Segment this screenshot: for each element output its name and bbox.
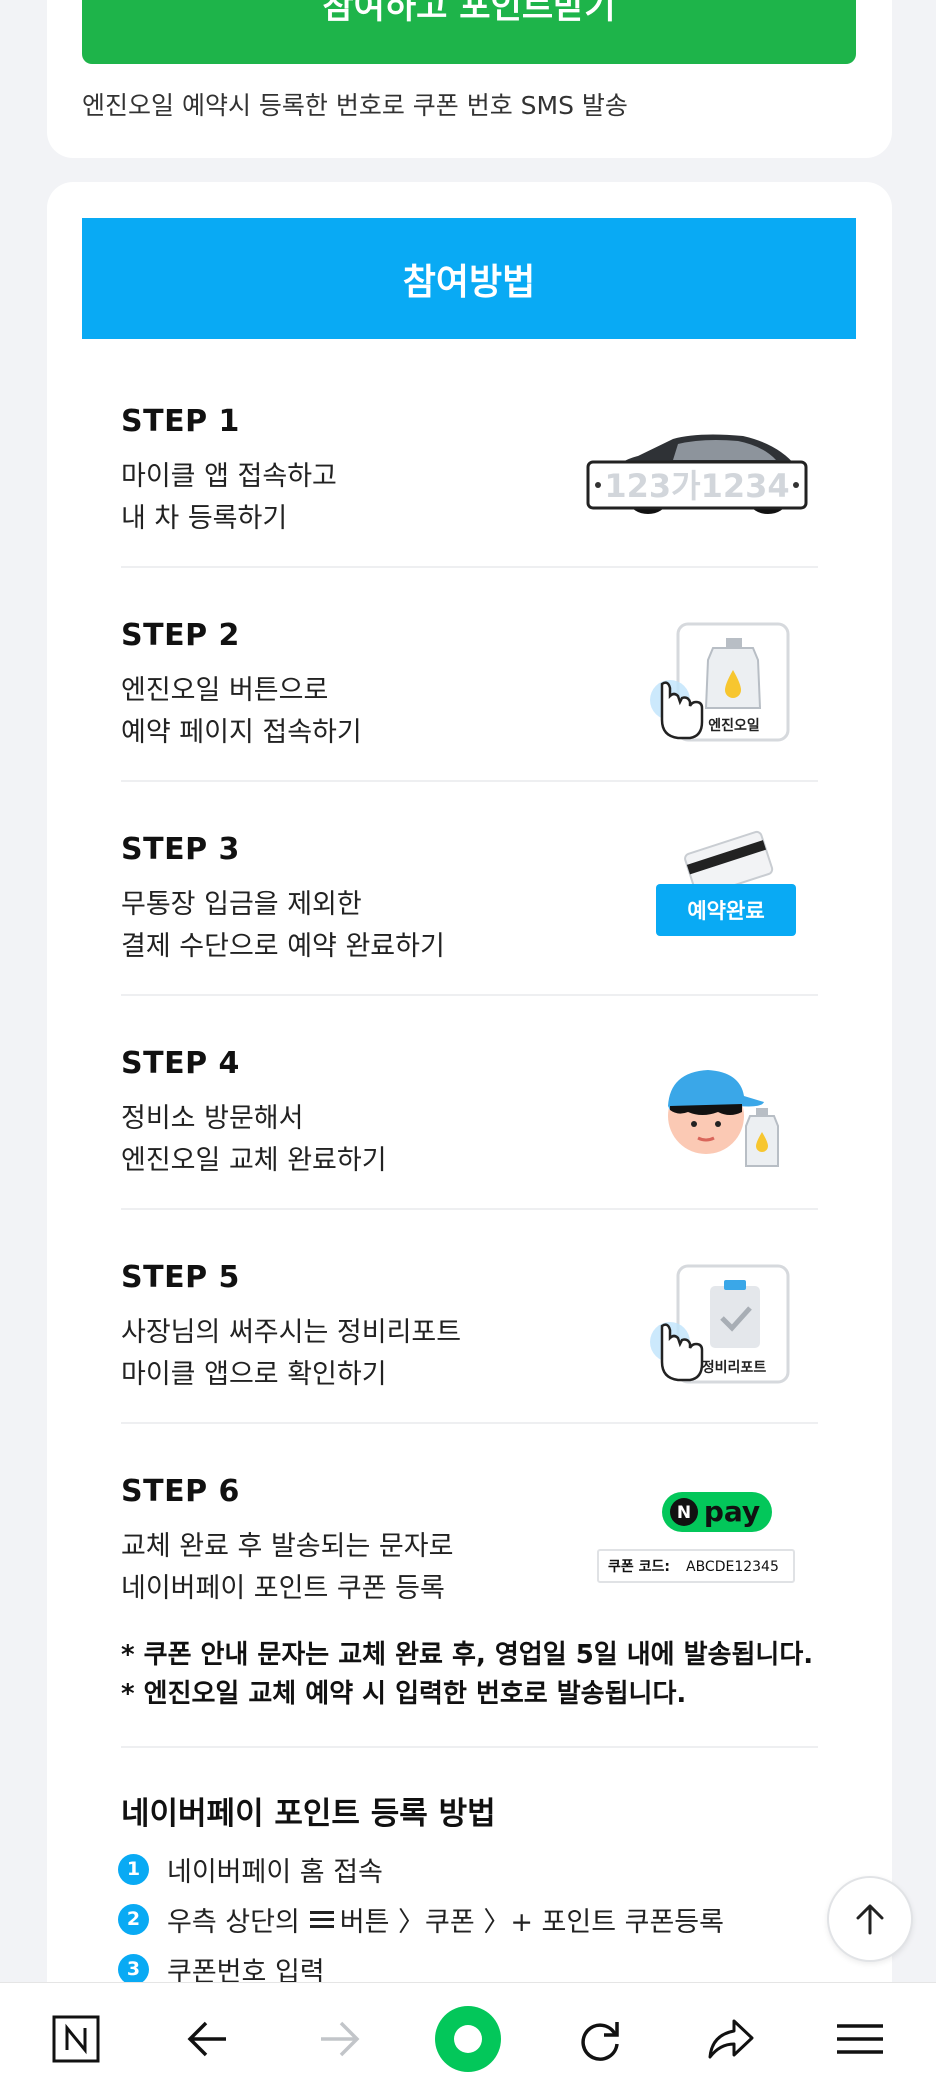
step-1: STEP 1 마이클 앱 접속하고 내 차 등록하기 123가1234 [121,354,818,568]
step-4: STEP 4 정비소 방문해서 엔진오일 교체 완료하기 [121,996,818,1210]
step-desc-line2: 결제 수단으로 예약 완료하기 [121,931,445,962]
scroll-to-top-button[interactable] [827,1876,913,1962]
report-button-illustration: 정비리포트 [650,1264,790,1384]
npay-logo-text: pay [704,1495,760,1528]
join-and-get-points-button[interactable]: 참여하고 포인트받기 [82,0,856,64]
home-circle-icon[interactable] [432,2003,504,2075]
mechanic-illustration [668,1070,779,1167]
step-number-badge: 3 [118,1953,149,1985]
step-desc-line1: 마이클 앱 접속하고 [121,461,337,492]
sms-note: 엔진오일 예약시 등록한 번호로 쿠폰 번호 SMS 발송 [82,91,628,120]
browser-bottom-bar [0,1982,936,2097]
step-desc-line2: 내 차 등록하기 [121,503,288,534]
plate-text: 123가1234 [604,467,789,505]
how-to-banner: 참여방법 [82,218,856,339]
step-number-badge: 2 [118,1903,149,1935]
notice-line-2: * 엔진오일 교체 예약 시 입력한 번호로 발송됩니다. [121,1679,687,1709]
register-step-text-before: 우측 상단의 [167,1906,300,1938]
coupon-label: 쿠폰 코드: [608,1559,670,1575]
engine-oil-button-illustration: 엔진오일 [650,622,790,742]
step-3: STEP 3 무통장 입금을 제외한 결제 수단으로 예약 완료하기 예약완료 [121,782,818,996]
register-step-2: 2 우측 상단의 버튼 〉쿠폰 〉+ 포인트 쿠폰등록 [118,1902,724,1938]
step-desc-line1: 정비소 방문해서 [121,1103,304,1134]
arrow-up-icon [856,1904,884,1935]
step-2: STEP 2 엔진오일 버튼으로 예약 페이지 접속하기 엔진오일 [121,568,818,782]
register-step-text: 네이버페이 홈 접속 [167,1856,383,1888]
step-6: STEP 6 교체 완료 후 발송되는 문자로 네이버페이 포인트 쿠폰 등록 … [121,1424,818,1638]
npay-register-title: 네이버페이 포인트 등록 방법 [121,1796,496,1832]
step-title: STEP 6 [121,1474,240,1509]
step-desc-line1: 교체 완료 후 발송되는 문자로 [121,1531,454,1562]
refresh-icon[interactable] [564,2003,636,2075]
report-button-text: 정비리포트 [702,1359,767,1376]
step-desc-line2: 예약 페이지 접속하기 [121,717,362,748]
reserve-complete-text: 예약완료 [687,899,764,923]
car-illustration: 123가1234 [586,434,808,514]
step-title: STEP 5 [121,1260,240,1295]
step-desc-line2: 마이클 앱으로 확인하기 [121,1359,387,1390]
register-step-text-after: 버튼 〉쿠폰 〉+ 포인트 쿠폰등록 [339,1906,724,1938]
step-desc-line1: 엔진오일 버튼으로 [121,675,329,706]
step-desc-line2: 엔진오일 교체 완료하기 [121,1145,387,1176]
step-desc-line2: 네이버페이 포인트 쿠폰 등록 [121,1573,445,1604]
card-payment-illustration: 예약완료 [656,830,796,936]
svg-text:N: N [677,1503,691,1523]
forward-icon[interactable] [303,2003,375,2075]
step-5: STEP 5 사장님의 써주시는 정비리포트 마이클 앱으로 확인하기 정비리포… [121,1210,818,1424]
back-icon[interactable] [172,2003,244,2075]
naver-home-icon[interactable] [40,2003,112,2075]
hamburger-icon [309,1910,334,1928]
step-title: STEP 1 [121,404,240,439]
oil-button-text: 엔진오일 [708,717,760,734]
step-title: STEP 4 [121,1046,240,1081]
step-title: STEP 2 [121,618,240,653]
step-desc-line1: 사장님의 써주시는 정비리포트 [121,1317,462,1348]
register-step-3: 3 쿠폰번호 입력 [118,1952,325,1988]
divider [121,1746,818,1748]
menu-icon[interactable] [824,2003,896,2075]
coupon-code: ABCDE12345 [686,1559,779,1575]
step-number-badge: 1 [118,1853,149,1885]
notice-line-1: * 쿠폰 안내 문자는 교체 완료 후, 영업일 5일 내에 발송됩니다. [121,1640,814,1670]
step-desc-line1: 무통장 입금을 제외한 [121,889,362,920]
npay-coupon-illustration: N pay 쿠폰 코드: ABCDE12345 [597,1492,795,1583]
share-icon[interactable] [694,2003,766,2075]
step-title: STEP 3 [121,832,240,867]
register-step-1: 1 네이버페이 홈 접속 [118,1852,383,1888]
